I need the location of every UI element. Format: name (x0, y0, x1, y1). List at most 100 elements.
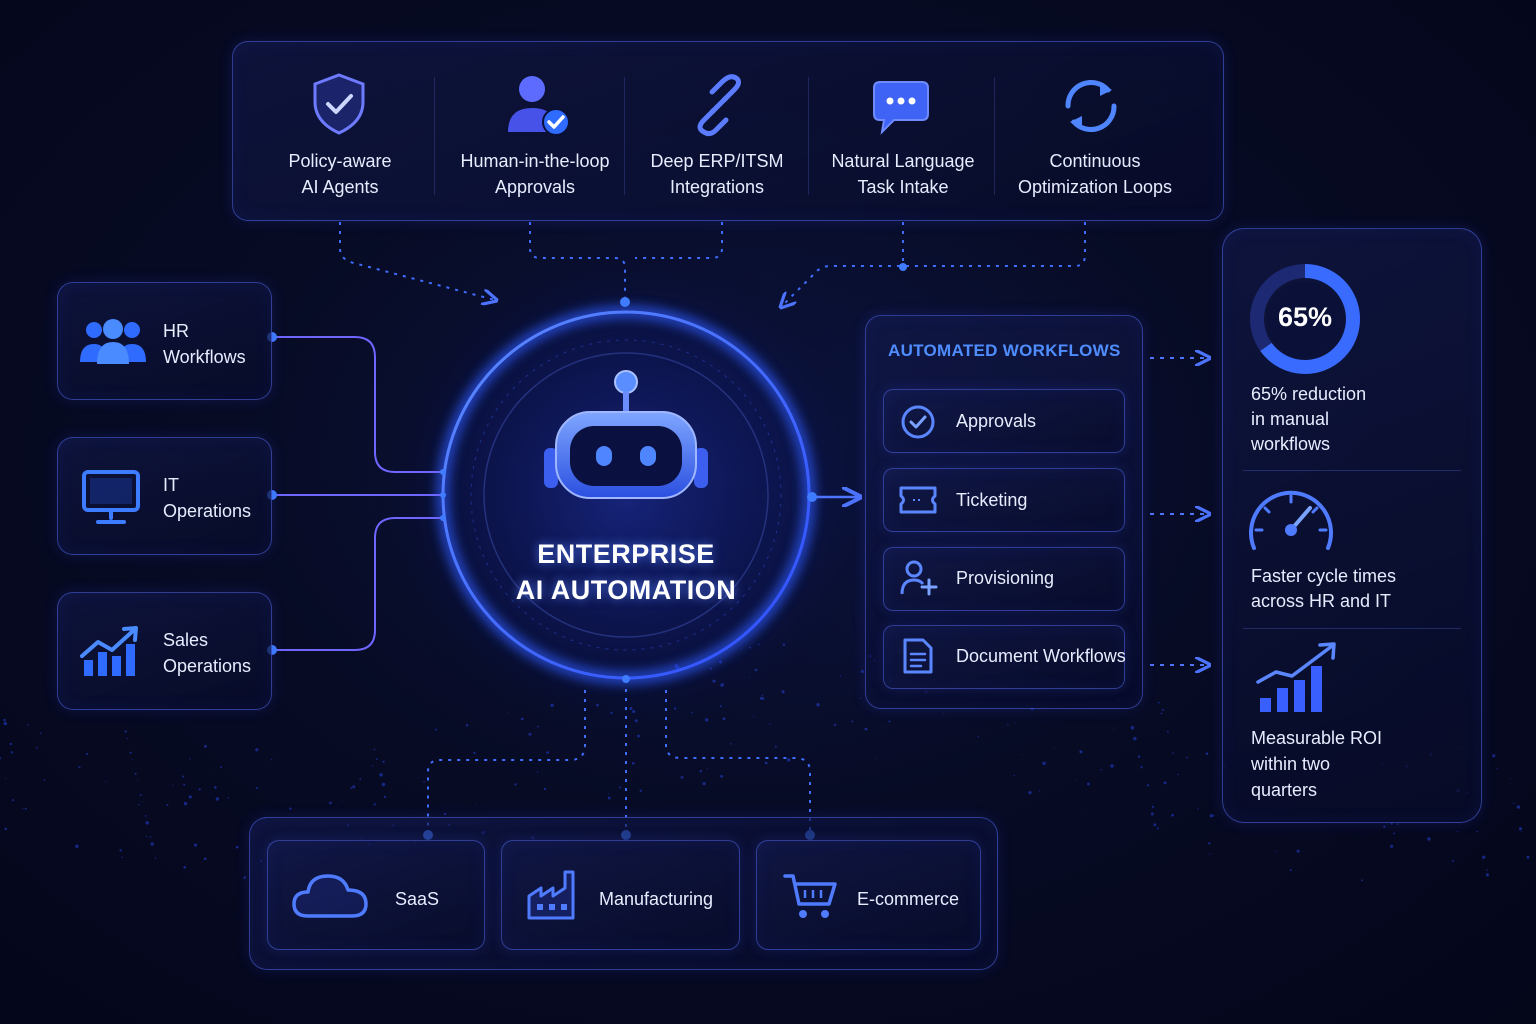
particle (596, 703, 599, 707)
workflow-label-approvals: Approvals (956, 411, 1037, 431)
particle (381, 782, 386, 787)
particle (443, 812, 447, 816)
particle (1197, 808, 1199, 810)
industry-label-ecommerce: E-commerce (857, 889, 960, 909)
particle (705, 718, 709, 722)
particle (1151, 805, 1155, 808)
particle (256, 786, 259, 790)
particle (183, 865, 187, 869)
particle (1275, 850, 1277, 852)
particle (1161, 708, 1164, 711)
cloud-icon (292, 872, 368, 925)
particle (289, 807, 292, 810)
particle (145, 835, 148, 837)
particle (27, 723, 29, 726)
particle (150, 842, 154, 846)
particle (329, 801, 332, 805)
particle (3, 718, 6, 722)
input-hr-label: HR Workflows (163, 321, 246, 367)
particle (1476, 830, 1478, 833)
particle (888, 720, 891, 723)
particle (781, 690, 785, 694)
particle (702, 781, 706, 786)
particle (528, 732, 532, 736)
check-circle-icon (900, 404, 936, 445)
particle (1110, 764, 1114, 768)
particle (350, 786, 353, 789)
particle (1086, 782, 1090, 786)
particle (39, 732, 42, 734)
particle (270, 759, 273, 761)
particle (141, 801, 143, 803)
particle (607, 796, 611, 800)
particle (761, 694, 764, 697)
particle (720, 774, 724, 778)
particle (1389, 844, 1394, 848)
particle (764, 761, 768, 765)
particle (36, 746, 38, 749)
particle (1042, 761, 1046, 765)
particle (1289, 869, 1292, 872)
particle (1452, 859, 1454, 862)
particle (637, 734, 640, 738)
particle (1485, 873, 1489, 877)
particle (758, 643, 760, 646)
particle (373, 803, 376, 806)
particle (373, 748, 376, 751)
particle (1130, 726, 1135, 730)
particle (860, 669, 864, 674)
particle (5, 778, 7, 780)
ticket-icon (899, 486, 937, 519)
link-icon (688, 74, 750, 141)
particle (1383, 825, 1386, 828)
particle (1133, 736, 1137, 741)
particle (126, 737, 128, 740)
particle (215, 797, 220, 801)
particle (536, 771, 539, 774)
particle (634, 719, 638, 723)
particle (712, 679, 716, 683)
particle (507, 712, 509, 714)
particle (608, 792, 610, 794)
particle (1526, 855, 1530, 859)
particle (104, 781, 106, 783)
particle (1160, 712, 1163, 715)
robot-icon (540, 368, 712, 509)
outcome-roi-text: Measurable ROI within two quarters (1251, 728, 1383, 800)
particle (43, 779, 46, 781)
particle (851, 720, 854, 723)
particle (875, 758, 877, 760)
particle (1333, 835, 1335, 837)
particle (1014, 722, 1016, 724)
particle (1028, 790, 1032, 795)
particle (172, 784, 174, 786)
particle (189, 758, 191, 760)
particle (227, 796, 230, 799)
particle (139, 793, 142, 796)
particle (255, 748, 259, 752)
particle (782, 643, 786, 647)
particle (1013, 774, 1016, 777)
input-sales-label: Sales Operations (163, 630, 252, 676)
particle (1486, 869, 1488, 871)
workflows-title: AUTOMATED WORKFLOWS (888, 341, 1121, 360)
particle (1212, 814, 1215, 817)
particle (119, 849, 122, 852)
particle (749, 646, 751, 649)
feature-continuous-optimization: Continuous Optimization Loops (1017, 151, 1173, 197)
workflow-label-document: Document Workflows (956, 646, 1126, 666)
particle (1046, 761, 1048, 763)
particle (1158, 701, 1160, 704)
particle (839, 675, 841, 677)
particle (24, 807, 27, 810)
particle (1137, 755, 1141, 758)
particle (816, 703, 820, 707)
particle (243, 876, 246, 879)
particle (864, 727, 868, 731)
particle (166, 804, 169, 806)
particle (754, 668, 758, 672)
particle (1100, 768, 1102, 771)
particle (193, 843, 198, 847)
particle (680, 775, 684, 779)
industry-label-saas: SaaS (395, 889, 440, 909)
